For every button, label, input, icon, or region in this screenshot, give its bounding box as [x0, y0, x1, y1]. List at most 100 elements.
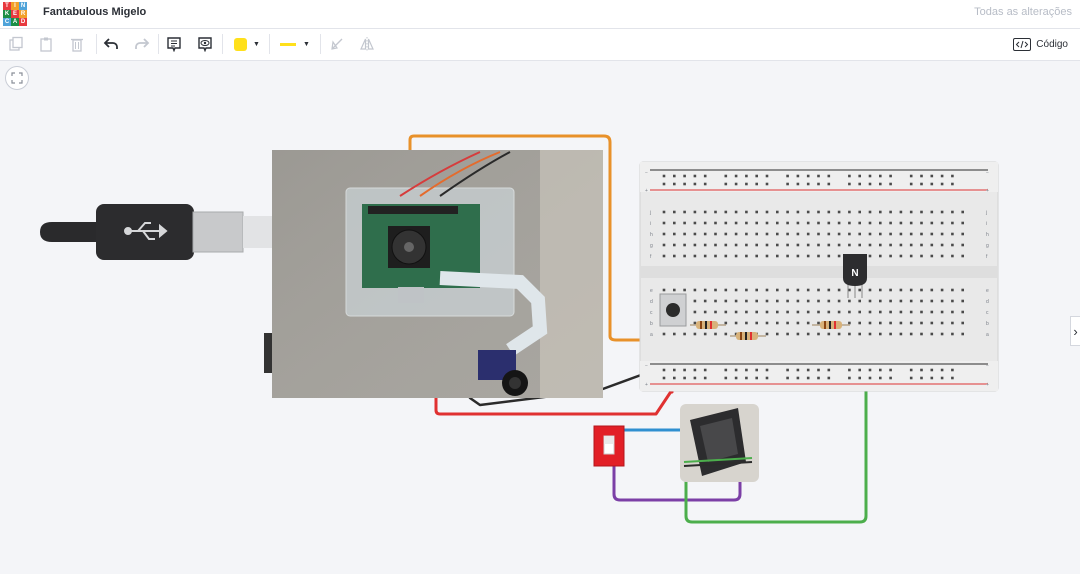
breadboard-hole [745, 174, 748, 178]
breadboard-hole [909, 288, 913, 292]
breadboard-hole [714, 243, 717, 247]
breadboard-hole [817, 376, 820, 380]
breadboard-hole [796, 254, 800, 258]
breadboard-hole [693, 182, 697, 186]
breadboard-hole [961, 321, 964, 325]
breadboard-hole [765, 182, 769, 186]
breadboard-hole [909, 376, 913, 380]
breadboard-hole [868, 299, 872, 303]
breadboard[interactable]: − + − + − + − + j ji ih hg gf fe ed dc cb ba a [639, 161, 999, 392]
breadboard-hole [837, 210, 841, 214]
breadboard-hole [662, 332, 666, 336]
breadboard-hole [745, 310, 748, 314]
breadboard-hole [879, 174, 882, 178]
breadboard-hole [930, 368, 934, 372]
breadboard-hole [868, 332, 872, 336]
breadboard-hole [796, 288, 800, 292]
breadboard-hole [930, 221, 934, 225]
breadboard-hole [683, 243, 686, 247]
breadboard-hole [848, 232, 851, 236]
breadboard-hole [724, 182, 728, 186]
rail-minus-label: − [645, 170, 648, 176]
breadboard-hole [961, 299, 964, 303]
breadboard-hole [662, 232, 666, 236]
breadboard-hole [714, 310, 717, 314]
row-letter: g [986, 243, 989, 249]
push-button[interactable] [659, 293, 687, 327]
breadboard-hole [673, 243, 676, 247]
breadboard-hole [796, 376, 800, 380]
breadboard-hole [786, 368, 789, 372]
breadboard-hole [683, 232, 686, 236]
row-letter: e [650, 288, 653, 294]
breadboard-hole [796, 182, 800, 186]
breadboard-hole [734, 288, 738, 292]
breadboard-hole [889, 210, 892, 214]
breadboard-hole [868, 310, 872, 314]
breadboard-hole [951, 376, 954, 380]
breadboard-hole [796, 221, 800, 225]
breadboard-hole [940, 299, 944, 303]
breadboard-hole [940, 232, 944, 236]
breadboard-hole [930, 254, 934, 258]
breadboard-hole [724, 299, 728, 303]
breadboard-hole [889, 321, 892, 325]
breadboard-hole [868, 254, 872, 258]
rail-plus-label: + [645, 382, 648, 388]
breadboard-hole [920, 376, 923, 380]
breadboard-hole [868, 288, 872, 292]
breadboard-hole [879, 288, 882, 292]
breadboard-hole [951, 221, 954, 225]
breadboard-hole [858, 321, 861, 325]
breadboard-hole [755, 174, 758, 178]
breadboard-hole [940, 243, 944, 247]
breadboard-hole [899, 299, 903, 303]
breadboard-hole [693, 332, 697, 336]
breadboard-hole [920, 232, 923, 236]
breadboard-hole [961, 210, 964, 214]
breadboard-hole [755, 288, 758, 292]
breadboard-hole [796, 321, 800, 325]
row-letter: b [650, 321, 653, 327]
breadboard-hole [662, 174, 666, 178]
breadboard-hole [693, 174, 697, 178]
circuit-canvas[interactable]: − + − + − + − + j ji ih hg gf fe ed dc cb ba a N [0, 0, 1080, 574]
breadboard-hole [961, 288, 964, 292]
breadboard-hole [755, 182, 758, 186]
raspberry-pi-photo[interactable] [272, 150, 603, 398]
breadboard-hole [930, 376, 934, 380]
slide-switch[interactable] [593, 425, 625, 467]
breadboard-hole [817, 254, 820, 258]
breadboard-hole [786, 210, 789, 214]
breadboard-hole [899, 332, 903, 336]
breadboard-hole [930, 299, 934, 303]
breadboard-hole [755, 243, 758, 247]
breadboard-hole [776, 299, 779, 303]
breadboard-hole [786, 321, 789, 325]
breadboard-hole [765, 243, 769, 247]
breadboard-hole [879, 232, 882, 236]
breadboard-hole [899, 254, 903, 258]
breadboard-hole [776, 232, 779, 236]
breadboard-hole [755, 299, 758, 303]
breadboard-hole [837, 254, 841, 258]
breadboard-hole [817, 321, 820, 325]
module-photo[interactable] [680, 404, 759, 482]
breadboard-hole [703, 368, 707, 372]
panel-toggle-chevron-icon[interactable]: › [1070, 316, 1080, 346]
breadboard-hole [817, 232, 820, 236]
transistor-label: N [851, 268, 858, 279]
breadboard-hole [951, 182, 954, 186]
breadboard-hole [951, 332, 954, 336]
breadboard-hole [714, 232, 717, 236]
breadboard-hole [930, 332, 934, 336]
breadboard-hole [734, 182, 738, 186]
breadboard-hole [734, 210, 738, 214]
breadboard-hole [745, 232, 748, 236]
breadboard-hole [817, 210, 820, 214]
usb-cable[interactable] [40, 204, 273, 260]
breadboard-hole [673, 182, 676, 186]
breadboard-hole [796, 310, 800, 314]
breadboard-hole [714, 299, 717, 303]
row-letter: j [985, 210, 987, 216]
